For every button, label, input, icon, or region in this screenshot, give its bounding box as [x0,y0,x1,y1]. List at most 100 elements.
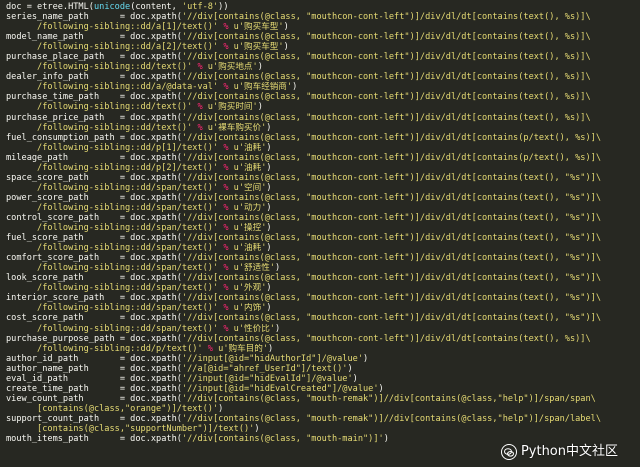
code-line[interactable]: /following-sibling::dd/text()' % u'裸车购买价… [6,123,638,133]
code-token: /following-sibling::dd/span/text()' [6,303,219,314]
code-token: % [192,62,208,73]
code-line[interactable]: /following-sibling::dd/text()' % u'购买时间'… [6,102,638,112]
code-token: ) [378,383,384,394]
code-token: u'操控' [233,223,267,234]
code-line[interactable]: /following-sibling::dd/span/text()' % u'… [6,223,638,233]
code-token: space_score_path = doc.xpath( [6,172,182,183]
code-token: look_score_path = doc.xpath( [6,273,182,284]
code-token: /following-sibling::dd/span/text()' [6,223,219,234]
code-line[interactable]: model_name_path = doc.xpath('//div[conta… [6,32,638,42]
code-token: ) [266,243,272,254]
code-line[interactable]: doc = etree.HTML(unicode(content, 'utf-8… [6,2,638,12]
code-line[interactable]: /following-sibling::dd/p[2]/text()' % u'… [6,163,638,173]
watermark: Python中文社区 [500,444,618,460]
code-line[interactable]: fuel_consumption_path = doc.xpath('//div… [6,133,638,143]
code-line[interactable]: /following-sibling::dd/span/text()' % u'… [6,183,638,193]
code-token: /following-sibling::dd/span/text()' [6,283,219,294]
code-line[interactable]: create_time_path = doc.xpath('//input[@i… [6,384,638,394]
code-line[interactable]: purchase_place_path = doc.xpath('//div[c… [6,52,638,62]
code-token: u'购买时间' [207,102,258,113]
code-line[interactable]: mouth_items_path = doc.xpath('//div[cont… [6,434,638,444]
code-line[interactable]: /following-sibling::dd/span/text()' % u'… [6,303,638,313]
code-line[interactable]: view_count_path = doc.xpath('//div[conta… [6,394,638,404]
code-token: )) [218,2,229,12]
code-token: ) [266,162,272,173]
code-line[interactable]: mileage_path = doc.xpath('//div[contains… [6,153,638,163]
code-token: '//div[contains(@class, "mouthcon-cont-l… [181,313,602,324]
code-token: u'购买车型' [233,22,284,33]
code-line[interactable]: [contains(@class,"orange")]/text()') [6,404,638,414]
code-line[interactable]: /following-sibling::dd/p/text()' % u'购车目… [6,344,638,354]
code-token: ) [254,423,260,434]
code-token: '//div[contains(@class, "mouthcon-cont-l… [181,92,591,103]
code-token: model_name_path = doc.xpath( [6,32,182,43]
code-token: eval_id_path = doc.xpath( [6,373,182,384]
code-token: % [218,243,234,254]
code-token: '//div[contains(@class, "mouthcon-cont-l… [181,192,602,203]
code-token: ) [352,373,358,384]
code-token: create_time_path = doc.xpath( [6,383,182,394]
code-line[interactable]: space_score_path = doc.xpath('//div[cont… [6,173,638,183]
code-line[interactable]: /following-sibling::dd/span/text()' % u'… [6,203,638,213]
code-token: /following-sibling::dd/p[1]/text()' [6,142,219,153]
code-token: purchase_price_path = doc.xpath( [6,112,182,123]
code-token: /following-sibling::dd/span/text()' [6,243,219,254]
code-token: purchase_purpose_path = doc.xpath( [6,333,182,344]
watermark-text: Python中文社区 [520,444,618,459]
code-line[interactable]: support_count_path = doc.xpath('//div[co… [6,414,638,424]
code-line[interactable]: cost_score_path = doc.xpath('//div[conta… [6,313,638,323]
code-editor[interactable]: doc = etree.HTML(unicode(content, 'utf-8… [6,2,638,444]
code-token: mileage_path = doc.xpath( [6,152,182,163]
code-line[interactable]: look_score_path = doc.xpath('//div[conta… [6,273,638,283]
code-token: '//div[contains(@class, "mouthcon-cont-l… [181,333,591,344]
code-token: u'舒适性' [233,263,275,274]
code-line[interactable]: /following-sibling::dd/span/text()' % u'… [6,324,638,334]
code-token: power_score_path = doc.xpath( [6,192,182,203]
code-token: % [218,22,234,33]
code-line[interactable]: /following-sibling::dd/a[1]/text()' % u'… [6,22,638,32]
code-token: % [202,343,219,354]
code-line[interactable]: /following-sibling::dd/a/@data-val' % u'… [6,82,638,92]
code-token: /following-sibling::dd/text()' [6,62,193,73]
code-token: /following-sibling::dd/text()' [6,102,193,113]
code-token: '//div[contains(@class, "mouth-main")]' [181,434,384,445]
code-token: ) [266,122,272,133]
code-line[interactable]: eval_id_path = doc.xpath('//input[@id="h… [6,374,638,384]
code-line[interactable]: /following-sibling::dd/span/text()' % u'… [6,243,638,253]
code-token: fuel_score_path = doc.xpath( [6,233,182,244]
code-token: '//div[contains(@class, "mouthcon-cont-l… [181,132,602,143]
code-token: ) [266,303,272,314]
code-token: u'性价比' [233,323,275,334]
code-token: '//div[contains(@class, "mouthcon-cont-l… [181,233,602,244]
code-token: u'内饰' [233,303,267,314]
code-token: '//input[@id="hidAuthorId"]/@value' [181,353,364,364]
code-token: % [218,223,234,234]
code-token: '//div[contains(@class, "mouthcon-cont-l… [181,212,602,223]
code-token: '//div[contains(@class, "mouthcon-cont-l… [181,32,591,43]
code-line[interactable]: dealer_info_path = doc.xpath('//div[cont… [6,72,638,82]
code-line[interactable]: /following-sibling::dd/p[1]/text()' % u'… [6,143,638,153]
code-token: '//div[contains(@class, "mouth-remak")]/… [181,393,596,404]
code-token: '//div[contains(@class, "mouthcon-cont-l… [181,12,591,23]
code-line[interactable]: comfort_score_path = doc.xpath('//div[co… [6,253,638,263]
code-line[interactable]: author_name_path = doc.xpath('//a[@id="a… [6,364,638,374]
code-line[interactable]: control_score_path = doc.xpath('//div[co… [6,213,638,223]
code-line[interactable]: power_score_path = doc.xpath('//div[cont… [6,193,638,203]
code-line[interactable]: purchase_purpose_path = doc.xpath('//div… [6,334,638,344]
code-line[interactable]: fuel_score_path = doc.xpath('//div[conta… [6,233,638,243]
code-line[interactable]: [contains(@class,"supportNumber")]/text(… [6,424,638,434]
code-token: ) [257,102,263,113]
code-token: % [218,202,234,213]
code-line[interactable]: purchase_time_path = doc.xpath('//div[co… [6,92,638,102]
code-line[interactable]: /following-sibling::dd/span/text()' % u'… [6,283,638,293]
code-line[interactable]: series_name_path = doc.xpath('//div[cont… [6,12,638,22]
code-line[interactable]: interior_score_path = doc.xpath('//div[c… [6,293,638,303]
code-line[interactable]: /following-sibling::dd/a[2]/text()' % u'… [6,42,638,52]
code-token: view_count_path = doc.xpath( [6,393,182,404]
code-line[interactable]: purchase_price_path = doc.xpath('//div[c… [6,113,638,123]
code-line[interactable]: /following-sibling::dd/span/text()' % u'… [6,263,638,273]
code-line[interactable]: author_id_path = doc.xpath('//input[@id=… [6,354,638,364]
code-line[interactable]: /following-sibling::dd/text()' % u'购买地点'… [6,62,638,72]
code-token: /following-sibling::dd/text()' [6,122,193,133]
code-token: '//input[@id="hidEvalId"]/@value' [181,373,353,384]
